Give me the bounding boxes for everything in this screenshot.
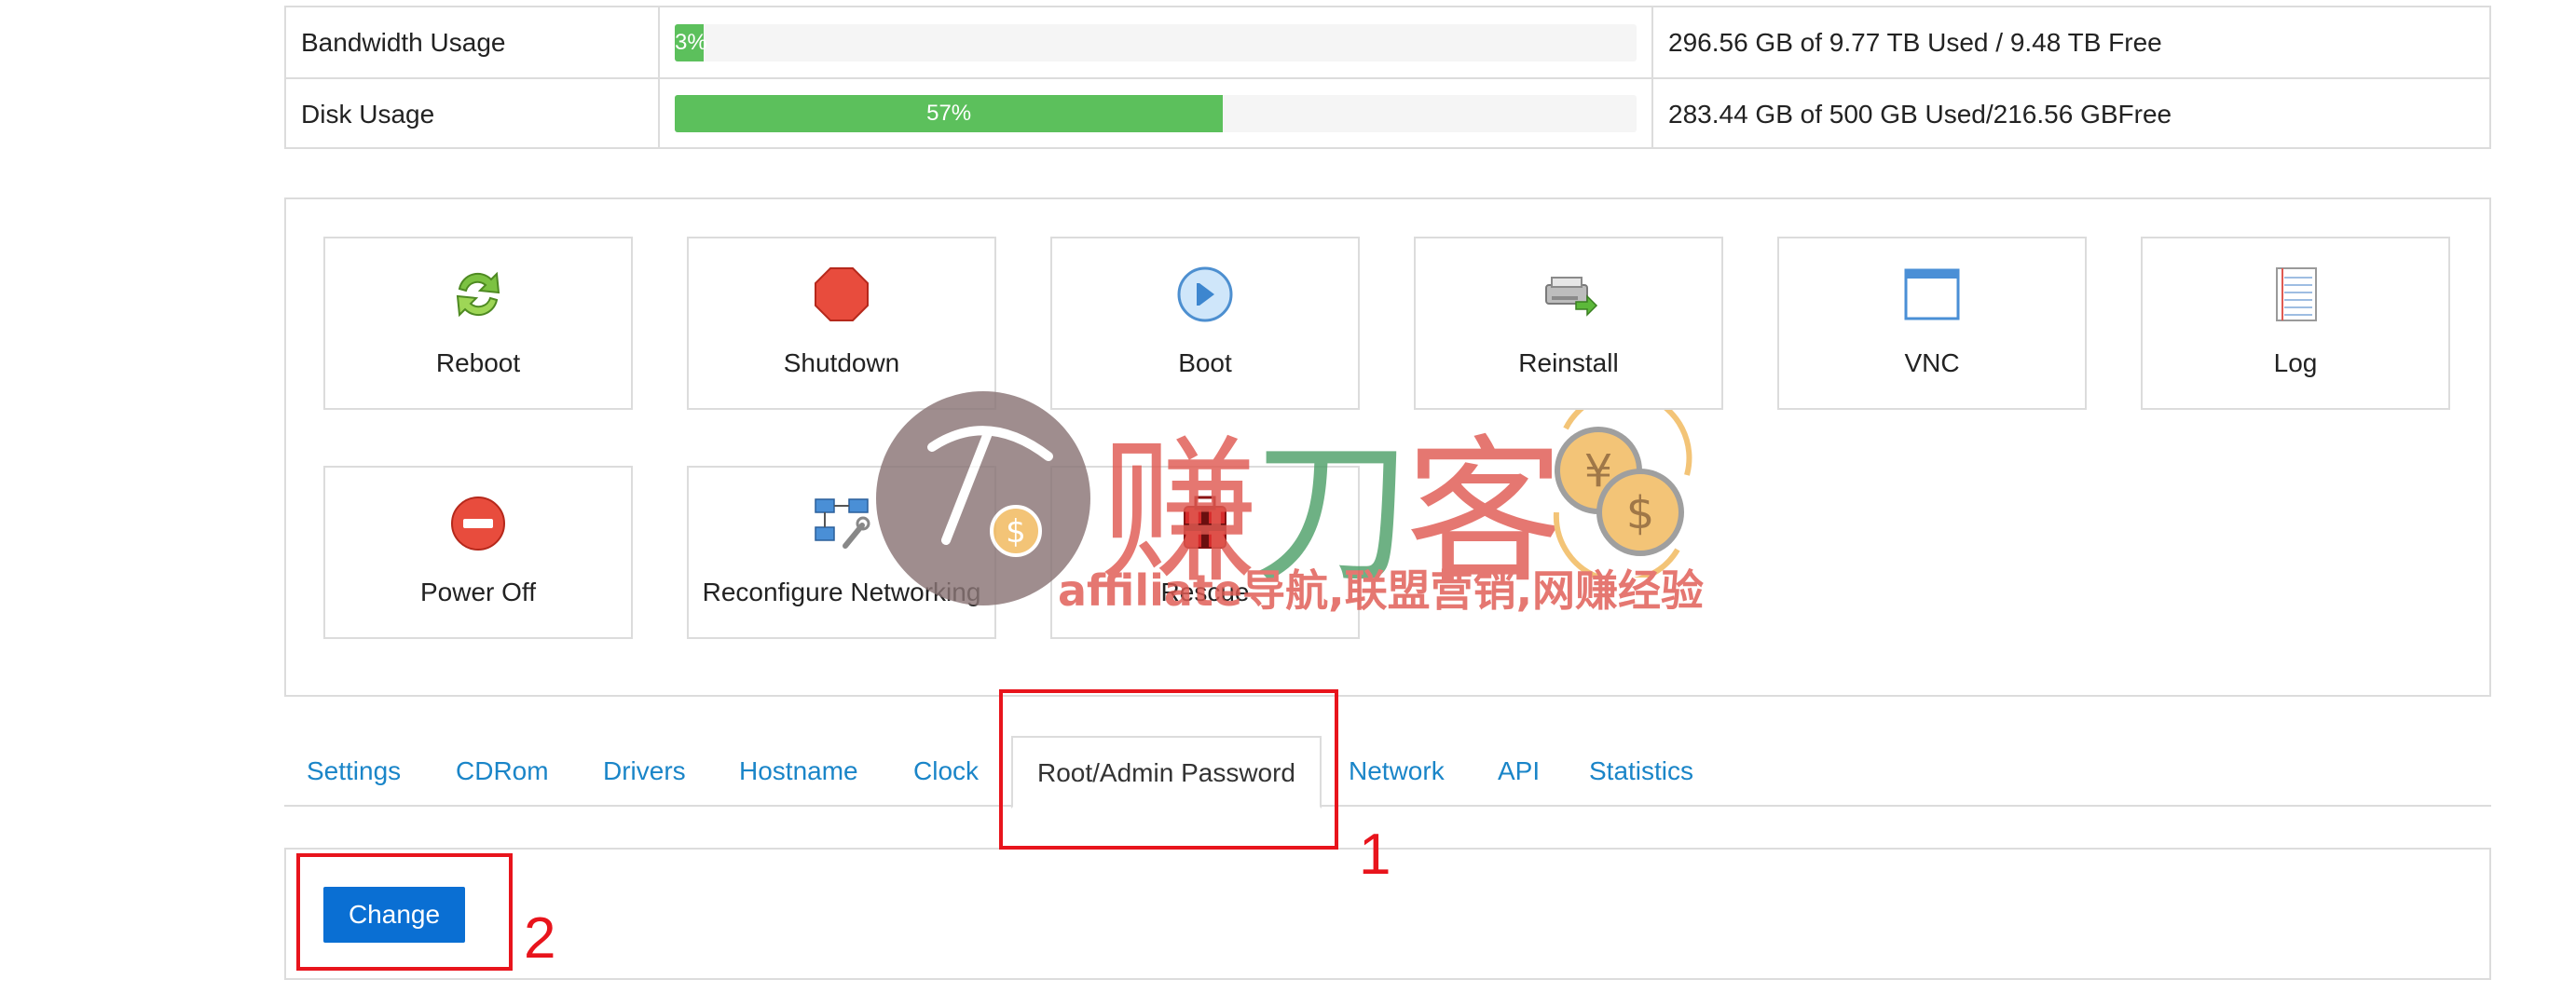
bandwidth-progress-fill: 3% <box>675 23 707 61</box>
boot-icon <box>1177 266 1233 322</box>
bandwidth-usage-row: Bandwidth Usage 3% 296.56 GB of 9.77 TB … <box>286 7 2489 77</box>
tab-clock[interactable]: Clock <box>913 756 979 786</box>
reconfigure-networking-label: Reconfigure Networking <box>702 578 981 606</box>
boot-button[interactable]: Boot <box>1050 237 1360 410</box>
tab-settings[interactable]: Settings <box>307 756 401 786</box>
reboot-button[interactable]: Reboot <box>323 237 633 410</box>
tab-api[interactable]: API <box>1498 756 1540 786</box>
log-icon <box>2276 267 2317 321</box>
vnc-icon <box>1904 268 1960 320</box>
tab-drivers[interactable]: Drivers <box>603 756 686 786</box>
actions-panel: Reboot Shutdown Boot Reinstall VNC Log P… <box>284 197 2491 697</box>
log-button[interactable]: Log <box>2141 237 2450 410</box>
disk-usage-row: Disk Usage 57% 283.44 GB of 500 GB Used/… <box>286 77 2489 147</box>
annotation-box-tab <box>999 689 1338 850</box>
shutdown-button[interactable]: Shutdown <box>687 237 996 410</box>
power-off-icon <box>451 496 505 551</box>
disk-usage-detail: 283.44 GB of 500 GB Used/216.56 GBFree <box>1668 100 2172 129</box>
reinstall-button[interactable]: Reinstall <box>1414 237 1723 410</box>
power-off-button[interactable]: Power Off <box>323 466 633 639</box>
reboot-label: Reboot <box>435 348 521 377</box>
reboot-icon <box>456 271 500 318</box>
rescue-button[interactable]: Rescue <box>1050 466 1360 639</box>
bandwidth-usage-label: Bandwidth Usage <box>286 7 660 77</box>
disk-progress-track: 57% <box>675 94 1637 132</box>
network-icon <box>815 498 870 549</box>
shutdown-icon <box>815 267 869 321</box>
annotation-number-1: 1 <box>1359 823 1391 887</box>
vnc-label: VNC <box>1904 348 1960 377</box>
tab-hostname[interactable]: Hostname <box>739 756 858 786</box>
shutdown-label: Shutdown <box>783 348 900 377</box>
bandwidth-usage-detail: 296.56 GB of 9.77 TB Used / 9.48 TB Free <box>1668 28 2162 57</box>
disk-usage-label: Disk Usage <box>286 79 660 147</box>
rescue-label: Rescue <box>1160 578 1250 606</box>
annotation-number-2: 2 <box>524 906 556 971</box>
bandwidth-usage-bar-cell: 3% <box>660 7 1653 77</box>
disk-usage-bar-cell: 57% <box>660 79 1653 147</box>
reinstall-icon <box>1545 277 1598 317</box>
tab-cdrom[interactable]: CDRom <box>456 756 549 786</box>
vnc-button[interactable]: VNC <box>1777 237 2087 410</box>
bandwidth-progress-track: 3% <box>675 23 1637 61</box>
power-off-label: Power Off <box>420 578 536 606</box>
tab-network[interactable]: Network <box>1349 756 1445 786</box>
boot-label: Boot <box>1178 348 1232 377</box>
disk-progress-fill: 57% <box>675 94 1224 132</box>
log-label: Log <box>2273 348 2318 377</box>
reconfigure-networking-button[interactable]: Reconfigure Networking <box>687 466 996 639</box>
annotation-box-change <box>296 853 513 971</box>
reinstall-label: Reinstall <box>1518 348 1619 377</box>
usage-table: Bandwidth Usage 3% 296.56 GB of 9.77 TB … <box>284 6 2491 149</box>
settings-tabs: Settings CDRom Drivers Hostname Clock Ro… <box>284 736 2491 809</box>
tab-statistics[interactable]: Statistics <box>1589 756 1693 786</box>
rescue-icon <box>1184 496 1226 549</box>
